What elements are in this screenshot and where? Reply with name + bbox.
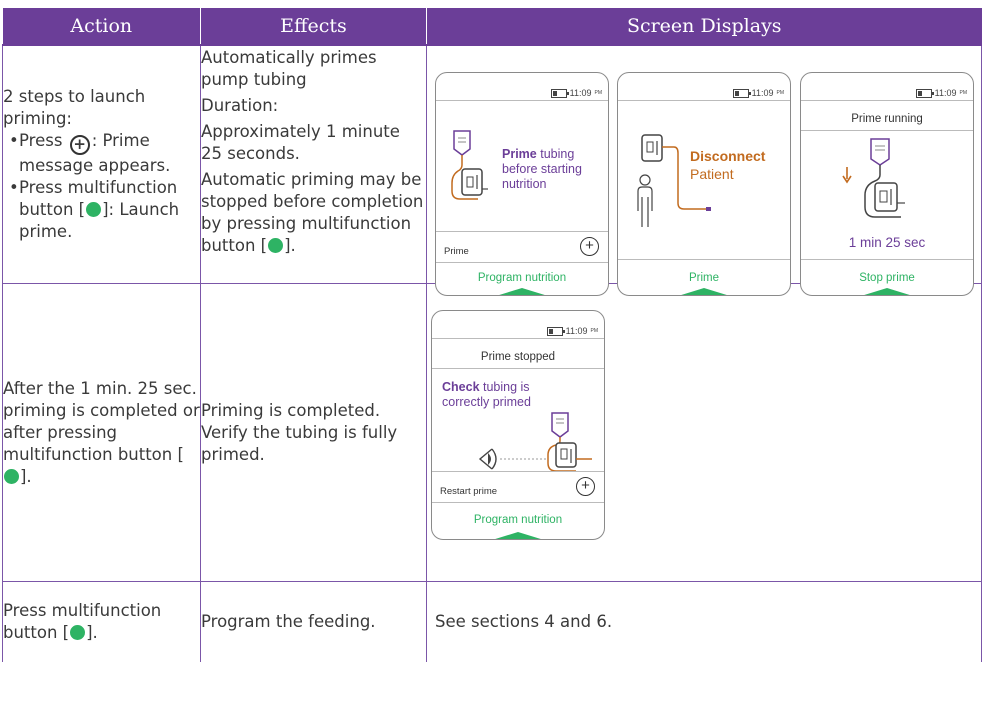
battery-icon [732, 88, 751, 98]
screen-title: Prime stopped [480, 351, 556, 363]
battery-icon [915, 88, 934, 98]
message-bold: Disconnect [690, 148, 766, 164]
message-bold: Prime [502, 147, 537, 161]
effects-text: Approximately 1 minute 25 seconds. [201, 122, 400, 163]
effects-cell: Program the feeding. [200, 581, 427, 662]
table-row: Press multifunction button []. Program t… [2, 581, 982, 662]
header-row: Action Effects Screen Displays [2, 8, 982, 46]
screen-footer-label[interactable]: Program nutrition [432, 509, 604, 531]
effects-cell: Priming is completed. Verify the tubing … [200, 283, 427, 582]
table-row: 2 steps to launch priming: • Press +: Pr… [2, 44, 982, 296]
device-screen-disconnect: 11:09 PM Disconnect Patient Prime [617, 72, 791, 296]
plus-icon[interactable]: + [580, 237, 599, 256]
effects-text: Automatic priming may be stopped before … [201, 170, 424, 255]
effects-cell: Automatically primes pump tubing Duratio… [200, 44, 427, 284]
divider [432, 368, 604, 369]
green-button-icon [86, 202, 102, 217]
bullet-item: • Press multifunction button []: Launch … [3, 177, 200, 243]
divider [801, 100, 973, 101]
message-text: Patient [690, 166, 734, 182]
divider [801, 130, 973, 131]
screens-text: See sections 4 and 6. [435, 612, 613, 631]
action-text: ]. [86, 623, 98, 642]
option-row[interactable]: Restart prime + [432, 471, 604, 503]
instruction-table: Action Effects Screen Displays 2 steps t… [2, 8, 982, 662]
plus-circle-icon: + [69, 135, 90, 155]
header-effects: Effects [200, 8, 427, 46]
divider [436, 100, 608, 101]
bullet-dot: • [9, 178, 19, 197]
green-button-icon [70, 625, 86, 640]
bullet-dot: • [9, 131, 19, 150]
divider [618, 100, 790, 101]
device-screen-prime-running: 11:09 PM Prime running 1 min 25 sec Stop… [800, 72, 974, 296]
page: Action Effects Screen Displays 2 steps t… [0, 0, 984, 709]
option-row[interactable]: Prime + [436, 231, 608, 263]
action-cell: 2 steps to launch priming: • Press +: Pr… [2, 44, 201, 284]
plus-icon[interactable]: + [576, 477, 595, 496]
priming-progress-icon [842, 138, 905, 218]
divider [618, 259, 790, 260]
screens-cell: 11:09 PM Prime tubing before starting nutri… [426, 44, 982, 296]
option-label: Prime [444, 246, 469, 257]
action-cell: Press multifunction button []. [2, 581, 201, 662]
action-cell: After the 1 min. 25 sec. priming is comp… [2, 283, 201, 582]
message-text: nutrition [502, 177, 547, 191]
header-action: Action [2, 8, 201, 46]
message-text: tubing [536, 147, 575, 161]
action-text: After the 1 min. 25 sec. priming is comp… [3, 378, 200, 464]
option-label: Restart prime [440, 486, 498, 497]
divider [801, 259, 973, 260]
action-intro: 2 steps to launch priming: [3, 87, 146, 128]
green-button-icon [4, 468, 19, 484]
battery-icon [550, 88, 569, 98]
effects-text: Duration: [201, 96, 279, 115]
message-text: before starting [502, 162, 582, 176]
check-tubing-icon [478, 412, 592, 472]
effects-text: Priming is completed. Verify the tubing … [201, 400, 398, 464]
screens-cell: See sections 4 and 6. [426, 581, 982, 662]
effects-text: Automatically primes pump tubing [201, 48, 377, 89]
header-screen-displays: Screen Displays [426, 8, 982, 46]
prime-duration: 1 min 25 sec [848, 235, 926, 250]
screen-message: Prime tubing before starting nutrition [502, 147, 582, 192]
green-button-icon [268, 238, 284, 253]
divider [432, 338, 604, 339]
softkey-indicator-icon [492, 532, 544, 539]
bullet-text: Press [19, 131, 63, 150]
table-row: After the 1 min. 25 sec. priming is comp… [2, 283, 982, 582]
device-screen-prime-stopped: 11:09 PM Prime stopped Check tubing is cor… [431, 310, 605, 540]
device-screen-prime: 11:09 PM Prime tubing before starting nutri… [435, 72, 609, 296]
screen-message: Disconnect Patient [690, 147, 765, 183]
bullet-item: • Press +: Prime message appears. [3, 130, 200, 177]
screens-cell: 11:09 PM Prime stopped Check tubing is cor… [426, 283, 982, 582]
pump-tubing-icon [451, 130, 488, 200]
effects-text: ]. [284, 236, 296, 255]
screen-title: Prime running [851, 113, 923, 125]
battery-icon [546, 326, 565, 336]
action-text: ]. [20, 466, 32, 486]
effects-text: Program the feeding. [201, 612, 376, 631]
